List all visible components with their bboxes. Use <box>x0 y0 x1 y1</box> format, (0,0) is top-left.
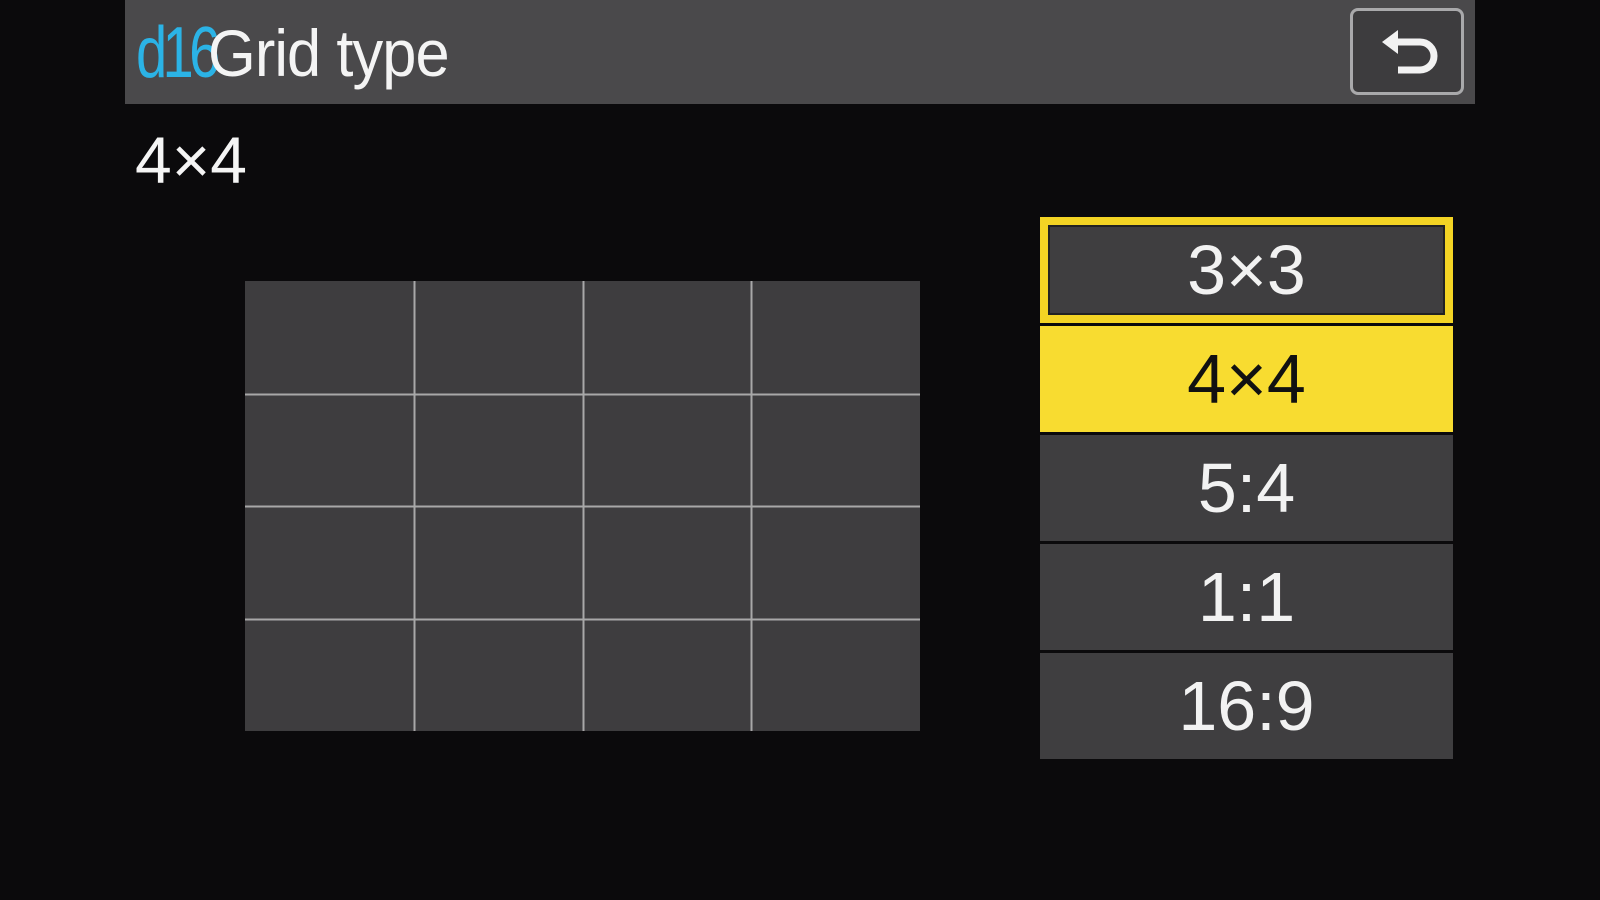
option-label: 3×3 <box>1048 225 1445 315</box>
option-16-9[interactable]: 16:9 <box>1040 653 1453 759</box>
current-value-label: 4×4 <box>135 123 247 197</box>
menu-header: d16 Grid type <box>125 0 1475 104</box>
page-title: Grid type <box>208 16 450 90</box>
back-button[interactable] <box>1350 8 1464 95</box>
back-arrow-icon <box>1382 30 1438 74</box>
option-3x3[interactable]: 3×3 <box>1040 217 1453 323</box>
grid-type-options: 3×3 4×4 5:4 1:1 16:9 <box>1040 217 1453 762</box>
grid-lines-preview <box>245 281 920 731</box>
option-label: 1:1 <box>1197 558 1296 636</box>
option-label: 16:9 <box>1178 667 1315 745</box>
option-label: 4×4 <box>1187 340 1306 418</box>
grid-preview <box>245 281 920 731</box>
menu-code-label: d16 <box>136 13 220 93</box>
camera-menu-screen: d16 Grid type 4×4 3×3 4×4 5:4 1:1 16:9 <box>0 0 1600 900</box>
option-label: 5:4 <box>1197 449 1296 527</box>
option-4x4[interactable]: 4×4 <box>1040 326 1453 432</box>
option-1-1[interactable]: 1:1 <box>1040 544 1453 650</box>
option-5-4[interactable]: 5:4 <box>1040 435 1453 541</box>
